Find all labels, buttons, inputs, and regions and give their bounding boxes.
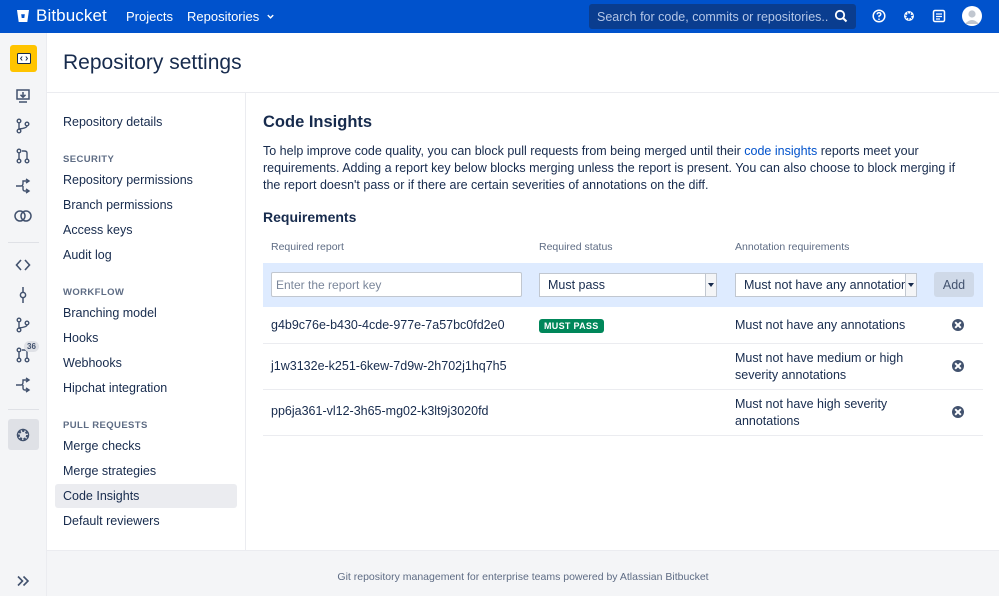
footer-text: Git repository management for enterprise… [47, 571, 999, 583]
description-text: To help improve code quality, you can bl… [263, 144, 744, 158]
annotation-requirement: Must not have medium or high severity an… [735, 350, 920, 384]
commits-icon[interactable] [13, 285, 33, 305]
column-required-report: Required report [271, 241, 344, 253]
nav-projects-link[interactable]: Projects [126, 9, 173, 24]
rail-divider [8, 409, 39, 410]
pull-request-icon[interactable] [13, 146, 33, 166]
report-key: pp6ja361-vl12-3h65-mg02-k3lt9j3020fd [271, 404, 489, 418]
forks-icon[interactable] [13, 375, 33, 395]
search-box [589, 4, 856, 29]
add-requirement-row: Must pass Must not have any annotations … [263, 263, 983, 307]
annotation-requirement: Must not have high severity annotations [735, 396, 920, 430]
annotation-requirements-select[interactable]: Must not have any annotations [735, 273, 917, 297]
sidebar-rail: 36 [0, 33, 47, 596]
dropdown-arrow-icon [905, 274, 916, 296]
section-title: Code Insights [263, 113, 372, 132]
nav-item-branching-model[interactable]: Branching model [55, 301, 237, 325]
nav-item-access-keys[interactable]: Access keys [55, 218, 237, 242]
remove-icon[interactable] [952, 319, 964, 331]
column-annotation-requirements: Annotation requirements [735, 241, 849, 253]
settings-gear-icon[interactable] [13, 425, 33, 445]
nav-item-code-insights[interactable]: Code Insights [55, 484, 237, 508]
remove-icon[interactable] [952, 406, 964, 418]
chevron-down-icon [266, 12, 275, 21]
nav-item-branch-permissions[interactable]: Branch permissions [55, 193, 237, 217]
nav-heading-pull-requests: PULL REQUESTS [63, 420, 148, 431]
bitbucket-logo[interactable]: Bitbucket [16, 6, 107, 26]
brand-name: Bitbucket [36, 6, 107, 26]
code-insights-link[interactable]: code insights [744, 144, 817, 158]
table-row: j1w3132e-k251-6kew-7d9w-2h702j1hq7h5 Mus… [263, 344, 983, 390]
nav-item-merge-checks[interactable]: Merge checks [55, 434, 237, 458]
nav-item-default-reviewers[interactable]: Default reviewers [55, 509, 237, 533]
user-avatar[interactable] [962, 6, 982, 26]
remove-icon[interactable] [952, 360, 964, 372]
bitbucket-icon [16, 9, 30, 23]
nav-item-repository-permissions[interactable]: Repository permissions [55, 168, 237, 192]
fork-icon[interactable] [13, 176, 33, 196]
nav-repositories-dropdown[interactable]: Repositories [187, 9, 275, 24]
compare-icon[interactable] [13, 206, 33, 226]
branch-icon[interactable] [13, 116, 33, 136]
notifications-icon[interactable] [932, 9, 946, 23]
rail-divider [8, 242, 39, 243]
page-title: Repository settings [63, 51, 242, 75]
nav-repositories-label: Repositories [187, 9, 259, 24]
table-row: g4b9c76e-b430-4cde-977e-7a57bc0fd2e0 MUS… [263, 307, 983, 344]
requirements-title: Requirements [263, 209, 356, 225]
nav-item-hooks[interactable]: Hooks [55, 326, 237, 350]
column-required-status: Required status [539, 241, 613, 253]
user-icon [962, 6, 982, 26]
clone-icon[interactable] [13, 86, 33, 106]
nav-item-audit-log[interactable]: Audit log [55, 243, 237, 267]
required-status-select[interactable]: Must pass [539, 273, 717, 297]
annotation-requirement: Must not have any annotations [735, 317, 920, 334]
report-key: g4b9c76e-b430-4cde-977e-7a57bc0fd2e0 [271, 318, 505, 332]
source-icon[interactable] [13, 255, 33, 275]
branches-icon[interactable] [13, 315, 33, 335]
add-button[interactable]: Add [934, 272, 974, 297]
repository-avatar[interactable] [10, 45, 37, 72]
dropdown-arrow-icon [705, 274, 716, 296]
top-navigation: Bitbucket Projects Repositories [0, 0, 999, 33]
report-key: j1w3132e-k251-6kew-7d9w-2h702j1hq7h5 [271, 359, 507, 373]
code-icon [17, 53, 31, 64]
expand-sidebar-icon[interactable] [16, 574, 30, 590]
table-row: pp6ja361-vl12-3h65-mg02-k3lt9j3020fd Mus… [263, 390, 983, 436]
nav-heading-workflow: WORKFLOW [63, 287, 124, 298]
table-header: Required report Required status Annotati… [263, 241, 983, 257]
gear-icon[interactable] [902, 9, 916, 23]
nav-item-webhooks[interactable]: Webhooks [55, 351, 237, 375]
annotation-requirements-value: Must not have any annotations [744, 278, 914, 292]
required-status-value: Must pass [548, 278, 605, 292]
pull-request-count-badge: 36 [24, 341, 39, 352]
nav-heading-security: SECURITY [63, 154, 114, 165]
help-icon[interactable] [872, 9, 886, 23]
nav-item-hipchat-integration[interactable]: Hipchat integration [55, 376, 237, 400]
search-icon[interactable] [834, 9, 848, 23]
status-badge: MUST PASS [539, 319, 604, 333]
nav-item-repository-details[interactable]: Repository details [55, 110, 237, 134]
footer: Git repository management for enterprise… [47, 550, 999, 596]
nav-item-merge-strategies[interactable]: Merge strategies [55, 459, 237, 483]
section-description: To help improve code quality, you can bl… [263, 143, 968, 194]
search-input[interactable] [589, 4, 829, 29]
report-key-input[interactable] [271, 272, 522, 297]
settings-nav: Repository details SECURITY Repository p… [47, 93, 246, 550]
